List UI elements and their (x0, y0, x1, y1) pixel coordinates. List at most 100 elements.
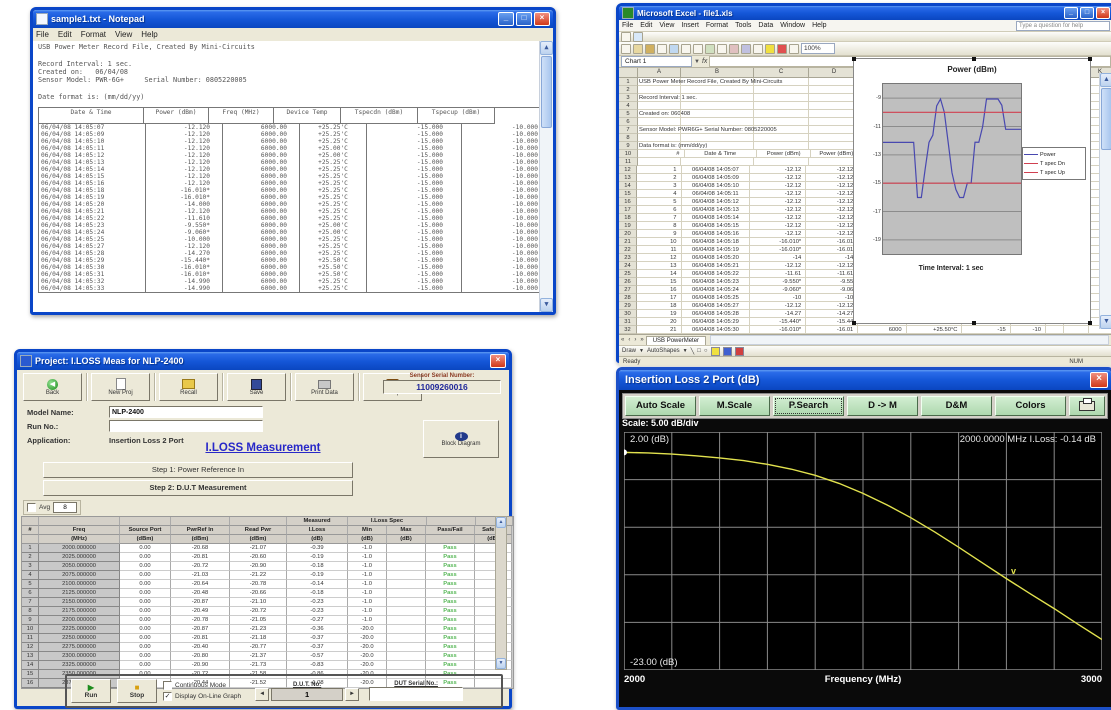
cell[interactable] (754, 142, 809, 150)
cell[interactable] (754, 86, 809, 94)
zoom-box[interactable]: 100% (801, 43, 835, 54)
row-number[interactable]: 31 (619, 318, 637, 326)
cell[interactable] (1064, 326, 1089, 334)
cell[interactable] (754, 102, 809, 110)
selection-handle[interactable] (852, 321, 856, 325)
autoshapes-menu[interactable]: AutoShapes (647, 348, 680, 354)
p-search-button[interactable]: P.Search (773, 396, 844, 416)
cell[interactable]: 4 (637, 190, 682, 198)
cell[interactable]: 06/04/08 14:05:09 (682, 174, 751, 182)
print-icon[interactable] (669, 44, 679, 54)
sheet-tab[interactable]: USB PowerMeter (646, 336, 706, 345)
sort-icon[interactable] (789, 44, 799, 54)
cell[interactable]: -12.12 (806, 214, 858, 222)
toolbar-icon[interactable] (621, 32, 631, 42)
run-no-input[interactable] (109, 420, 263, 432)
dut-increment-icon[interactable]: ► (345, 688, 359, 701)
excel-menu-file[interactable]: File (622, 22, 633, 29)
block-diagram-button[interactable]: i Block Diagram (423, 420, 499, 458)
row-number[interactable]: 32 (619, 326, 637, 334)
maximize-icon[interactable]: □ (516, 12, 532, 26)
scroll-down-icon[interactable]: ▼ (540, 298, 553, 312)
close-icon[interactable]: × (1096, 7, 1110, 19)
cell[interactable]: -12.12 (806, 206, 858, 214)
notepad-menu-format[interactable]: Format (81, 30, 106, 39)
copy-icon[interactable] (717, 44, 727, 54)
row-number[interactable]: 21 (619, 238, 637, 246)
cell[interactable] (638, 118, 681, 126)
cell[interactable]: -10 (806, 294, 858, 302)
cell[interactable]: 06/04/08 14:05:29 (682, 318, 751, 326)
row-number[interactable]: 10 (619, 150, 638, 158)
run-button[interactable]: ▶ Run (71, 679, 111, 703)
selection-handle[interactable] (972, 321, 976, 325)
column-header-C[interactable]: C (754, 68, 809, 77)
fill-color-icon[interactable] (711, 347, 720, 356)
row-number[interactable]: 14 (619, 182, 637, 190)
cell[interactable]: -14 (806, 254, 858, 262)
close-icon[interactable]: × (534, 12, 550, 26)
step1-button[interactable]: Step 1: Power Reference In (43, 462, 353, 478)
cell[interactable]: 06/04/08 14:05:20 (682, 254, 751, 262)
step2-button[interactable]: Step 2: D.U.T Measurement (43, 480, 353, 496)
row-number[interactable]: 1 (619, 78, 638, 86)
toolbar-icon[interactable] (633, 32, 643, 42)
font-color-icon[interactable] (735, 347, 744, 356)
close-icon[interactable]: × (1090, 372, 1108, 388)
row-number[interactable]: 17 (619, 206, 637, 214)
notepad-menu-file[interactable]: File (36, 30, 49, 39)
selection-handle[interactable] (852, 57, 856, 61)
cell[interactable]: -9.060* (750, 286, 806, 294)
cell[interactable]: -11.61 (806, 270, 858, 278)
cut-icon[interactable] (705, 44, 715, 54)
scrollbar-thumb[interactable] (541, 56, 552, 128)
cell[interactable] (1046, 326, 1064, 334)
cell[interactable]: 8 (637, 222, 682, 230)
excel-menu-insert[interactable]: Insert (681, 22, 699, 29)
cell[interactable]: 17 (637, 294, 682, 302)
cell[interactable]: 10 (637, 238, 682, 246)
cell[interactable]: 06/04/08 14:05:12 (682, 198, 751, 206)
cell[interactable] (754, 110, 809, 118)
cell[interactable]: -15.440* (750, 318, 806, 326)
row-number[interactable]: 18 (619, 214, 637, 222)
print-button[interactable] (1069, 396, 1105, 416)
row-number[interactable]: 4 (619, 102, 638, 110)
row-number[interactable]: 26 (619, 278, 637, 286)
tab-last-icon[interactable]: » (640, 337, 643, 343)
oval-tool-icon[interactable]: ○ (704, 348, 708, 354)
cell[interactable] (638, 94, 681, 102)
display-graph-checkbox[interactable]: ✓ (163, 692, 172, 701)
cell[interactable]: 06/04/08 14:05:07 (682, 166, 751, 174)
cell[interactable]: 06/04/08 14:05:21 (682, 262, 751, 270)
row-number[interactable]: 13 (619, 174, 637, 182)
name-box[interactable]: Chart 1 (621, 56, 692, 67)
excel-menu-format[interactable]: Format (706, 22, 728, 29)
cell[interactable]: -12.12 (806, 174, 858, 182)
row-number[interactable]: 3 (619, 94, 638, 102)
cell[interactable]: 06/04/08 14:05:18 (682, 238, 751, 246)
row-number[interactable]: 6 (619, 118, 638, 126)
cell[interactable] (638, 86, 681, 94)
row-number[interactable]: 28 (619, 294, 637, 302)
scroll-up-icon[interactable]: ▲ (496, 517, 506, 528)
auto-scale-button[interactable]: Auto Scale (625, 396, 696, 416)
row-number[interactable]: 9 (619, 142, 638, 150)
cell[interactable]: -14.27 (806, 310, 858, 318)
notepad-menu-help[interactable]: Help (141, 30, 157, 39)
selection-handle[interactable] (972, 57, 976, 61)
row-number[interactable]: 19 (619, 222, 637, 230)
cell[interactable]: 6 (637, 206, 682, 214)
row-number[interactable]: 24 (619, 262, 637, 270)
cell[interactable]: 18 (637, 302, 682, 310)
iloss-titlebar[interactable]: Project: I.LOSS Meas for NLP-2400 × (17, 352, 509, 370)
cell[interactable]: 13 (637, 262, 682, 270)
autosum-icon[interactable] (765, 44, 775, 54)
avg-checkbox[interactable] (27, 503, 36, 512)
cell[interactable]: 5 (637, 198, 682, 206)
scroll-down-icon[interactable]: ▼ (496, 658, 506, 669)
cell[interactable] (681, 158, 754, 166)
cell[interactable]: -15 (962, 326, 1010, 334)
cell[interactable]: -11.61 (750, 270, 806, 278)
row-number[interactable]: 16 (619, 198, 637, 206)
